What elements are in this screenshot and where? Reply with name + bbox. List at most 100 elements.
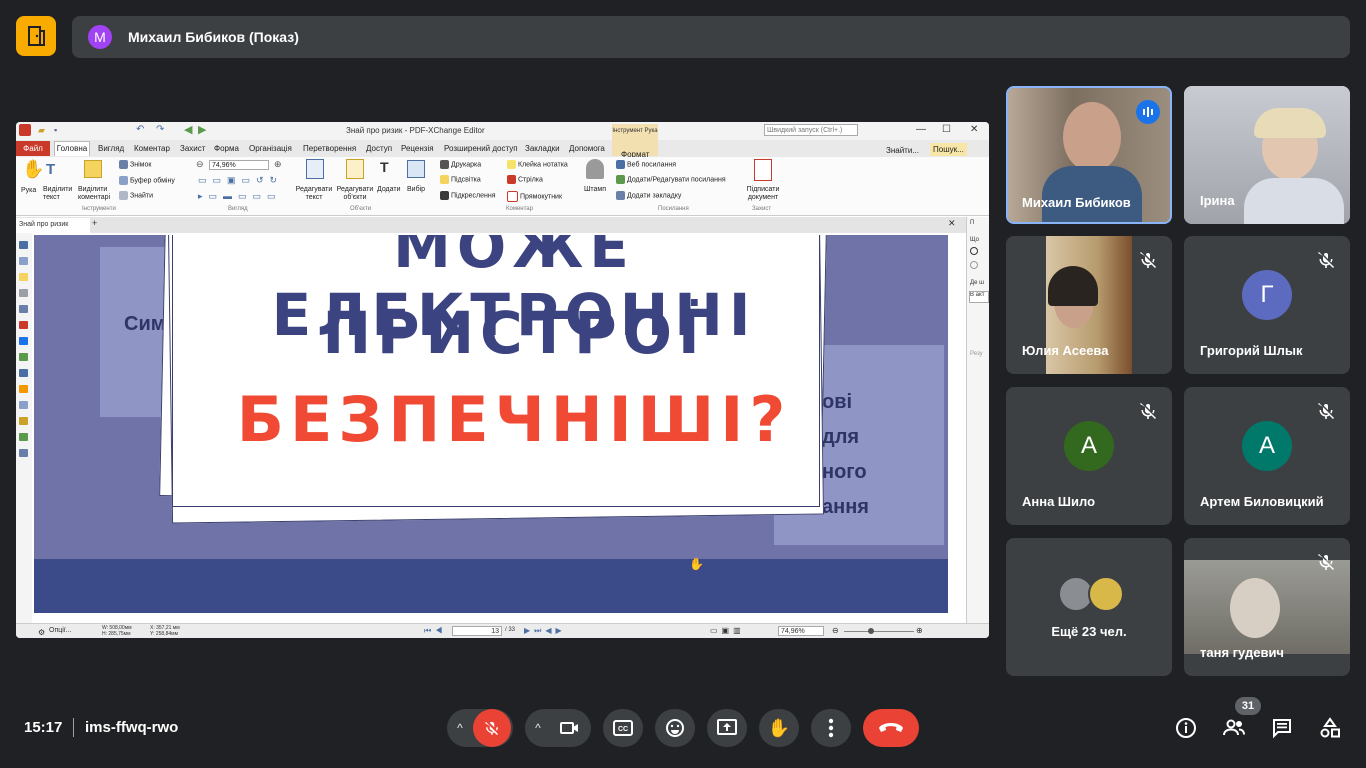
fields-pane-icon[interactable] (19, 385, 28, 393)
undo-icon[interactable]: ↶ (136, 124, 144, 135)
captions-button[interactable]: CC (603, 709, 643, 747)
tab-help[interactable]: Допомога (569, 144, 605, 153)
maximize-window-icon[interactable]: ☐ (942, 124, 951, 135)
edit-objects-icon[interactable] (346, 159, 364, 179)
reactions-button[interactable] (655, 709, 695, 747)
order-pane-icon[interactable] (19, 433, 28, 441)
select-comments-icon[interactable] (84, 160, 102, 178)
articles-pane-icon[interactable] (19, 417, 28, 425)
zoom-select[interactable]: 74,96% (209, 160, 269, 170)
find-button[interactable]: Знайти... (886, 146, 919, 155)
hand-tool-icon[interactable]: ✋ (22, 159, 44, 180)
tags-pane-icon[interactable] (19, 353, 28, 361)
page-number-input[interactable]: 13 (452, 626, 502, 636)
add-edit-links-button[interactable]: Додати/Редагувати посилання (627, 176, 726, 183)
edit-objects-label[interactable]: Редагувати об'єкти (334, 186, 376, 202)
camera-toggle-button[interactable] (551, 709, 589, 747)
typewriter-button[interactable]: Друкарка (451, 161, 481, 168)
page-layout-icons[interactable]: ▭▣▥ (710, 626, 745, 635)
back-icon[interactable]: ◀ (184, 123, 192, 136)
save-icon[interactable]: ▪ (54, 125, 57, 135)
comments-pane-icon[interactable] (19, 273, 28, 281)
participant-tile-tanya[interactable]: таня гудевич (1184, 538, 1350, 676)
audio-options-chevron-icon[interactable]: ^ (447, 721, 473, 735)
underline-button[interactable]: Підкреслення (451, 192, 496, 199)
tab-review[interactable]: Рецензія (401, 144, 434, 153)
tab-organize[interactable]: Організація (249, 144, 292, 153)
participant-tile-grigoriy[interactable]: Г Григорий Шлык (1184, 236, 1350, 374)
snapshot-button[interactable]: Знімок (130, 161, 151, 168)
more-options-button[interactable] (811, 709, 851, 747)
properties-pane-icon[interactable] (19, 401, 28, 409)
destinations-pane-icon[interactable] (19, 337, 28, 345)
view-tools-icons-2[interactable]: ▸▭▬▭▭▭ (198, 191, 282, 202)
edit-text-icon[interactable] (306, 159, 324, 179)
tab-home[interactable]: Головна (54, 141, 90, 156)
participant-tile-artem[interactable]: А Артем Биловицкий (1184, 387, 1350, 525)
raise-hand-button[interactable]: ✋ (759, 709, 799, 747)
people-button[interactable] (1218, 712, 1250, 744)
video-options-chevron-icon[interactable]: ^ (525, 721, 551, 735)
close-window-icon[interactable]: ✕ (970, 124, 978, 135)
radio-option-2[interactable] (970, 261, 978, 269)
select-comments-label[interactable]: Виділити коментарі (78, 186, 118, 202)
tab-form[interactable]: Форма (214, 144, 239, 153)
first-prev-page-icons[interactable]: ⏮◀ (424, 626, 446, 636)
tab-bookmarks[interactable]: Закладки (525, 144, 560, 153)
status-zoom-select[interactable]: 74,96% (778, 626, 824, 636)
options-button[interactable]: Опції... (49, 627, 72, 634)
options-gear-icon[interactable]: ⚙ (38, 628, 45, 637)
signatures-pane-icon[interactable] (19, 321, 28, 329)
attachments-pane-icon[interactable] (19, 289, 28, 297)
zoom-slider[interactable] (844, 631, 914, 632)
sticky-note-button[interactable]: Клейка нотатка (518, 161, 568, 168)
next-last-page-icons[interactable]: ▶⏭◀▶ (524, 626, 566, 636)
stamp-icon[interactable] (586, 159, 604, 179)
zoom-in-icon[interactable]: ⊕ (274, 159, 282, 170)
highlight-button[interactable]: Підсвітка (451, 176, 481, 183)
forward-icon[interactable]: ▶ (198, 123, 206, 136)
leave-call-button[interactable] (863, 709, 919, 747)
zoom-out-icon[interactable]: ⊖ (196, 159, 204, 170)
rectangle-button[interactable]: Прямокутник (520, 193, 562, 200)
mic-toggle-button[interactable] (473, 709, 511, 747)
web-links-button[interactable]: Веб посилання (627, 161, 676, 168)
present-screen-button[interactable] (707, 709, 747, 747)
add-icon[interactable]: T (380, 159, 389, 175)
sign-document-label[interactable]: Підписати документ (743, 186, 783, 202)
content-pane-icon[interactable] (19, 369, 28, 377)
participant-tile-yulia[interactable]: Юлия Асеева (1006, 236, 1172, 374)
radio-option-1[interactable] (970, 247, 978, 255)
tab-view[interactable]: Вигляд (98, 144, 124, 153)
chat-button[interactable] (1266, 712, 1298, 744)
bookmarks-pane-icon[interactable] (19, 241, 28, 249)
search-button[interactable]: Пошук... (930, 143, 967, 156)
participant-tile-irina[interactable]: Ірина (1184, 86, 1350, 224)
activities-button[interactable] (1314, 712, 1346, 744)
new-tab-icon[interactable]: + (92, 218, 97, 228)
view-tools-icons[interactable]: ▭▭▣▭↺↻ (198, 175, 283, 186)
zoom-slider-thumb[interactable] (868, 628, 874, 634)
tab-file[interactable]: Файл (16, 141, 50, 156)
participant-tile-anna[interactable]: А Анна Шило (1006, 387, 1172, 525)
minimize-window-icon[interactable]: — (916, 124, 926, 135)
document-tab[interactable]: Знай про ризик (16, 218, 90, 233)
search-pane-icon[interactable] (19, 449, 28, 457)
tab-convert[interactable]: Перетворення (303, 144, 356, 153)
more-participants-tile[interactable]: Ещё 23 чел. (1006, 538, 1172, 676)
select-icon[interactable] (407, 160, 425, 178)
find-ribbon-button[interactable]: Знайти (130, 192, 153, 199)
thumbnails-pane-icon[interactable] (19, 257, 28, 265)
tab-advanced-access[interactable]: Розширений доступ (444, 144, 518, 153)
status-zoom-in-icon[interactable]: ⊕ (916, 626, 923, 635)
tab-comment[interactable]: Коментар (134, 144, 170, 153)
select-text-icon[interactable]: T (46, 161, 55, 178)
add-bookmark-button[interactable]: Додати закладку (627, 192, 681, 199)
select-text-label[interactable]: Виділити текст (43, 186, 77, 202)
stamp-label[interactable]: Штамп (584, 186, 606, 193)
close-document-icon[interactable]: ✕ (948, 218, 956, 229)
meeting-info-button[interactable] (1170, 712, 1202, 744)
clipboard-button[interactable]: Буфер обміну (130, 177, 175, 184)
select-label[interactable]: Вибір (407, 186, 425, 193)
participant-tile-mikhail[interactable]: Михаил Бибиков (1006, 86, 1172, 224)
